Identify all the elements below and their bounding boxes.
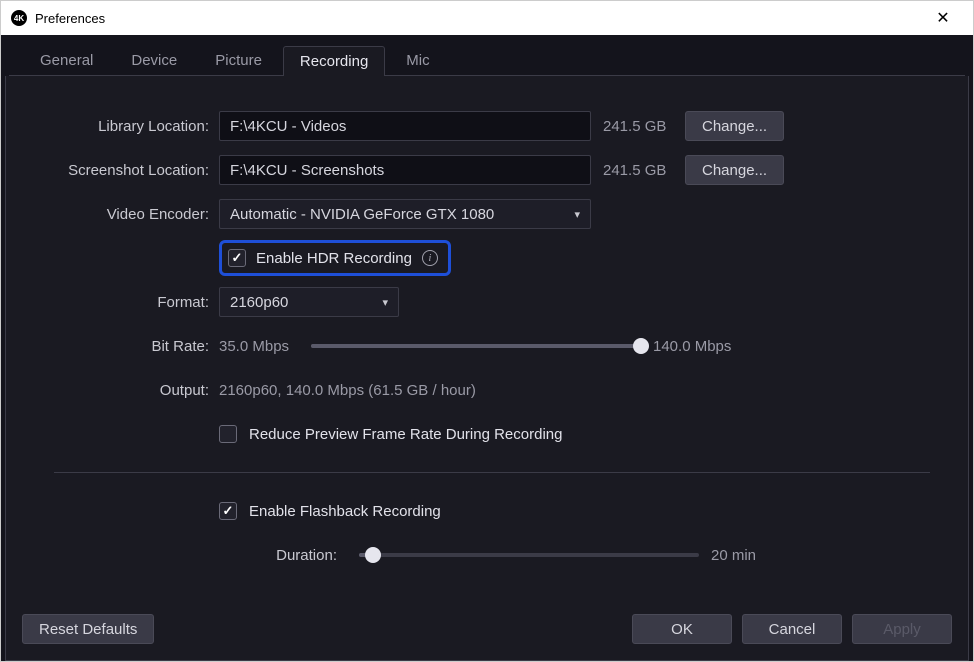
chevron-down-icon: ▾ <box>574 208 580 221</box>
duration-thumb[interactable] <box>365 547 381 563</box>
client-area: General Device Picture Recording Mic Lib… <box>1 35 973 661</box>
bit-rate-max: 140.0 Mbps <box>653 338 743 355</box>
ok-button[interactable]: OK <box>632 614 732 644</box>
reset-defaults-button[interactable]: Reset Defaults <box>22 614 154 644</box>
tab-general[interactable]: General <box>23 45 110 75</box>
format-value: 2160p60 <box>230 294 288 311</box>
bit-rate-label: Bit Rate: <box>14 338 219 355</box>
cancel-button[interactable]: Cancel <box>742 614 842 644</box>
tab-picture[interactable]: Picture <box>198 45 279 75</box>
tab-recording[interactable]: Recording <box>283 46 385 76</box>
screenshot-change-button[interactable]: Change... <box>685 155 784 185</box>
footer: Reset Defaults OK Cancel Apply <box>14 604 960 652</box>
chevron-down-icon: ▾ <box>382 296 388 309</box>
video-encoder-select[interactable]: Automatic - NVIDIA GeForce GTX 1080 ▾ <box>219 199 591 229</box>
form-area: Library Location: 241.5 GB Change... Scr… <box>14 94 960 604</box>
divider <box>54 472 930 473</box>
apply-button[interactable]: Apply <box>852 614 952 644</box>
tab-strip: General Device Picture Recording Mic <box>9 39 965 76</box>
duration-label: Duration: <box>247 547 347 564</box>
library-free-space: 241.5 GB <box>603 118 673 135</box>
screenshot-free-space: 241.5 GB <box>603 162 673 179</box>
video-encoder-value: Automatic - NVIDIA GeForce GTX 1080 <box>230 206 494 223</box>
titlebar: 4K Preferences ✕ <box>1 1 973 35</box>
output-summary: 2160p60, 140.0 Mbps (61.5 GB / hour) <box>219 382 476 399</box>
tab-mic[interactable]: Mic <box>389 45 446 75</box>
duration-value: 20 min <box>711 547 801 564</box>
output-label: Output: <box>14 382 219 399</box>
library-location-label: Library Location: <box>14 118 219 135</box>
enable-flashback-label: Enable Flashback Recording <box>249 503 441 520</box>
app-icon: 4K <box>11 10 27 26</box>
info-icon[interactable]: i <box>422 250 438 266</box>
screenshot-location-input[interactable] <box>219 155 591 185</box>
window-title: Preferences <box>35 11 923 26</box>
reduce-preview-label: Reduce Preview Frame Rate During Recordi… <box>249 426 562 443</box>
enable-flashback-checkbox[interactable] <box>219 502 237 520</box>
tab-device[interactable]: Device <box>114 45 194 75</box>
bit-rate-slider[interactable] <box>311 344 641 348</box>
library-location-input[interactable] <box>219 111 591 141</box>
format-label: Format: <box>14 294 219 311</box>
hdr-highlight-box: Enable HDR Recording i <box>219 240 451 276</box>
video-encoder-label: Video Encoder: <box>14 206 219 223</box>
duration-slider[interactable] <box>359 553 699 557</box>
bit-rate-min: 35.0 Mbps <box>219 338 299 355</box>
screenshot-location-label: Screenshot Location: <box>14 162 219 179</box>
library-change-button[interactable]: Change... <box>685 111 784 141</box>
enable-hdr-label: Enable HDR Recording <box>256 250 412 267</box>
preferences-window: 4K Preferences ✕ General Device Picture … <box>0 0 974 662</box>
format-select[interactable]: 2160p60 ▾ <box>219 287 399 317</box>
bit-rate-thumb[interactable] <box>633 338 649 354</box>
close-icon[interactable]: ✕ <box>923 8 963 28</box>
reduce-preview-checkbox[interactable] <box>219 425 237 443</box>
enable-hdr-checkbox[interactable] <box>228 249 246 267</box>
